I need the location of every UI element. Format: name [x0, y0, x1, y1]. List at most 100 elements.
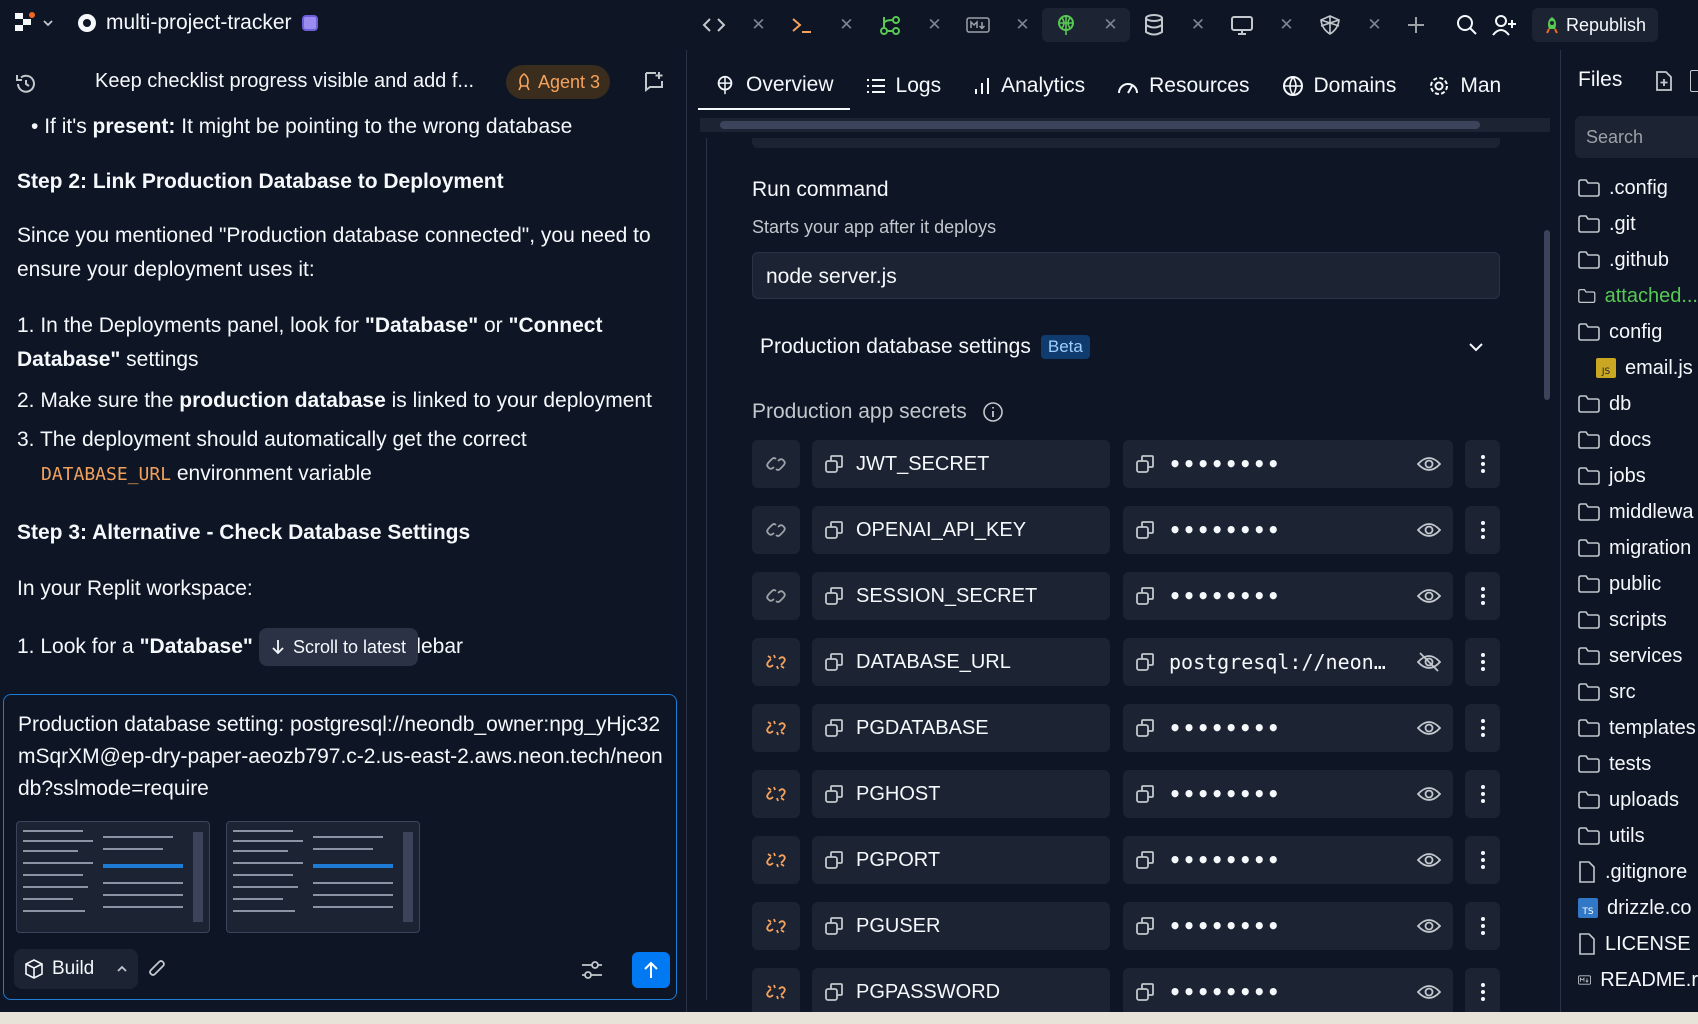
copy-icon[interactable]: [1135, 652, 1155, 672]
file-tree-item[interactable]: public: [1578, 566, 1698, 602]
copy-icon[interactable]: [1135, 718, 1155, 738]
close-tab-icon[interactable]: ✕: [927, 15, 941, 35]
secret-more-button[interactable]: [1465, 440, 1500, 488]
paperclip-icon[interactable]: [146, 959, 168, 981]
secret-key-field[interactable]: DATABASE_URL: [812, 638, 1110, 686]
secret-value-field[interactable]: postgresql://neon…: [1123, 638, 1453, 686]
toggle-visibility-button[interactable]: [1417, 851, 1441, 869]
tab-markdown[interactable]: ✕: [954, 8, 1042, 42]
attachment-thumbnail[interactable]: [16, 821, 210, 933]
copy-icon[interactable]: [824, 982, 844, 1002]
toggle-visibility-button[interactable]: [1417, 917, 1441, 935]
close-tab-icon[interactable]: ✕: [839, 15, 853, 35]
secret-key-field[interactable]: SESSION_SECRET: [812, 572, 1110, 620]
send-button[interactable]: [632, 952, 670, 988]
tab-preview[interactable]: ✕: [1218, 8, 1306, 42]
file-tree-item[interactable]: .gitignore: [1578, 854, 1698, 890]
secret-more-button[interactable]: [1465, 968, 1500, 1016]
file-tree-item[interactable]: db: [1578, 386, 1698, 422]
file-tree-item[interactable]: TS drizzle.co: [1578, 890, 1698, 926]
file-tree-item[interactable]: README.r: [1578, 962, 1698, 998]
tab-git[interactable]: ✕: [866, 8, 954, 42]
close-tab-icon[interactable]: ✕: [751, 15, 765, 35]
tab-manage[interactable]: Man: [1412, 62, 1501, 110]
chat-composer[interactable]: Production database setting: postgresql:…: [3, 694, 677, 1000]
tab-shell[interactable]: ✕: [778, 8, 866, 42]
search-icon[interactable]: [1456, 14, 1478, 36]
link-secret-button[interactable]: [752, 638, 800, 686]
copy-icon[interactable]: [824, 850, 844, 870]
new-file-icon[interactable]: [1654, 70, 1674, 92]
project-selector[interactable]: multi-project-tracker: [78, 11, 318, 35]
eye-icon[interactable]: [1417, 719, 1441, 737]
toggle-visibility-button[interactable]: [1417, 785, 1441, 803]
file-tree-item[interactable]: utils: [1578, 818, 1698, 854]
secret-value-field[interactable]: ••••••••: [1123, 836, 1453, 884]
link-secret-button[interactable]: [752, 770, 800, 818]
file-tree-item[interactable]: .github: [1578, 242, 1698, 278]
copy-icon[interactable]: [824, 784, 844, 804]
close-tab-icon[interactable]: ✕: [1279, 15, 1293, 35]
file-tree-item[interactable]: services: [1578, 638, 1698, 674]
file-tree-item[interactable]: migration: [1578, 530, 1698, 566]
tab-overview[interactable]: Overview: [698, 62, 850, 110]
secret-value-field[interactable]: ••••••••: [1123, 902, 1453, 950]
eye-icon[interactable]: [1417, 587, 1441, 605]
db-settings-toggle[interactable]: Production database settings Beta: [760, 335, 1090, 360]
eye-icon[interactable]: [1417, 455, 1441, 473]
secret-key-field[interactable]: JWT_SECRET: [812, 440, 1110, 488]
eye-icon[interactable]: [1417, 521, 1441, 539]
secret-more-button[interactable]: [1465, 572, 1500, 620]
link-secret-button[interactable]: [752, 704, 800, 752]
secret-more-button[interactable]: [1465, 836, 1500, 884]
secret-key-field[interactable]: PGHOST: [812, 770, 1110, 818]
eye-icon[interactable]: [1417, 785, 1441, 803]
file-tree-item[interactable]: config: [1578, 314, 1698, 350]
eye-icon[interactable]: [1417, 851, 1441, 869]
toggle-visibility-button[interactable]: [1417, 521, 1441, 539]
file-tree-item[interactable]: docs: [1578, 422, 1698, 458]
secret-more-button[interactable]: [1465, 770, 1500, 818]
copy-icon[interactable]: [1135, 982, 1155, 1002]
settings-sliders-icon[interactable]: [580, 959, 604, 981]
tab-deployments[interactable]: ✕: [1042, 8, 1130, 42]
copy-icon[interactable]: [824, 652, 844, 672]
run-command-input[interactable]: node server.js: [752, 252, 1500, 299]
copy-icon[interactable]: [1135, 784, 1155, 804]
file-tree-item[interactable]: LICENSE: [1578, 926, 1698, 962]
copy-icon[interactable]: [824, 718, 844, 738]
tab-secrets[interactable]: ✕: [1306, 8, 1394, 42]
file-tree-item[interactable]: middlewa: [1578, 494, 1698, 530]
secret-value-field[interactable]: ••••••••: [1123, 506, 1453, 554]
composer-input[interactable]: Production database setting: postgresql:…: [18, 709, 668, 805]
secret-value-field[interactable]: ••••••••: [1123, 968, 1453, 1016]
close-tab-icon[interactable]: ✕: [1191, 15, 1205, 35]
file-tree-item[interactable]: .git: [1578, 206, 1698, 242]
chevron-down-icon[interactable]: [1467, 340, 1485, 354]
link-secret-button[interactable]: [752, 836, 800, 884]
secret-key-field[interactable]: PGDATABASE: [812, 704, 1110, 752]
secret-more-button[interactable]: [1465, 902, 1500, 950]
copy-icon[interactable]: [824, 916, 844, 936]
link-secret-button[interactable]: [752, 902, 800, 950]
secret-value-field[interactable]: ••••••••: [1123, 440, 1453, 488]
link-secret-button[interactable]: [752, 968, 800, 1016]
toggle-visibility-button[interactable]: [1417, 983, 1441, 1001]
agent-badge[interactable]: Agent 3: [506, 65, 611, 99]
close-tab-icon[interactable]: ✕: [1367, 15, 1381, 35]
horizontal-scrollbar[interactable]: [700, 118, 1550, 132]
file-tree-item[interactable]: templates: [1578, 710, 1698, 746]
copy-icon[interactable]: [824, 454, 844, 474]
info-icon[interactable]: [982, 401, 1004, 423]
copy-icon[interactable]: [1135, 454, 1155, 474]
copy-icon[interactable]: [824, 586, 844, 606]
secret-key-field[interactable]: OPENAI_API_KEY: [812, 506, 1110, 554]
copy-icon[interactable]: [1135, 850, 1155, 870]
secret-more-button[interactable]: [1465, 638, 1500, 686]
eye-icon[interactable]: [1417, 983, 1441, 1001]
scrollbar-thumb[interactable]: [1544, 230, 1550, 400]
files-search-input[interactable]: Search: [1575, 116, 1698, 158]
vertical-scrollbar[interactable]: [1540, 140, 1554, 1000]
new-folder-icon[interactable]: [1690, 70, 1698, 92]
secret-key-field[interactable]: PGUSER: [812, 902, 1110, 950]
